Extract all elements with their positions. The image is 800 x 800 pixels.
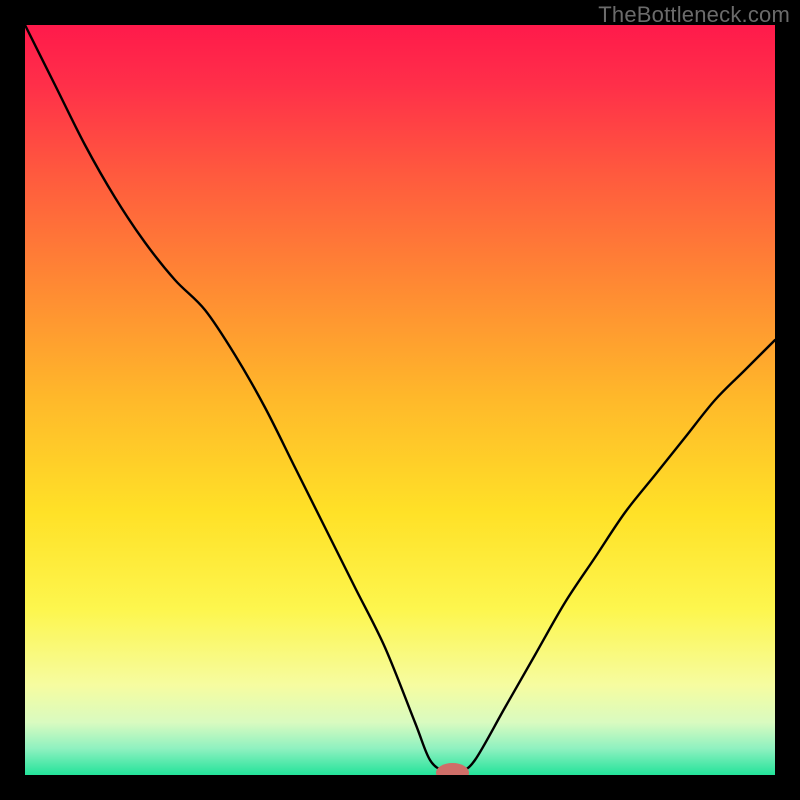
chart-frame: TheBottleneck.com [0, 0, 800, 800]
gradient-background [25, 25, 775, 775]
chart-svg [25, 25, 775, 775]
plot-area [25, 25, 775, 775]
